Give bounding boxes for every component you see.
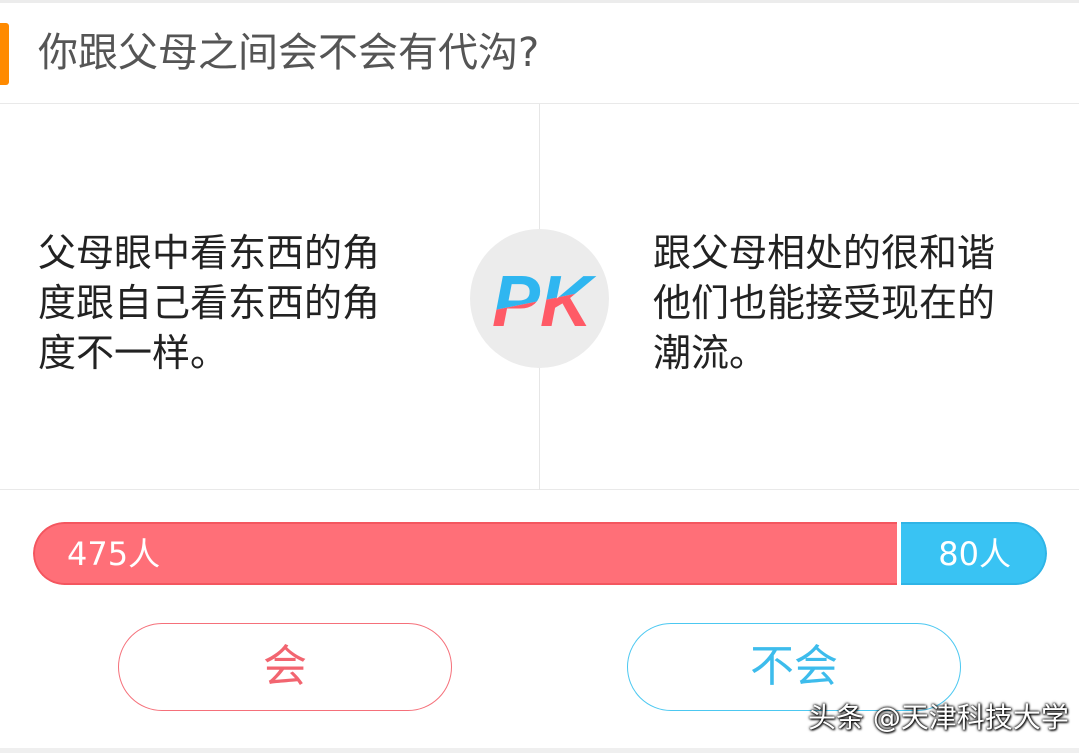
header-accent-bar [0,23,9,85]
bottom-divider [0,748,1079,753]
left-option-text: 父母眼中看东西的角度跟自己看东西的角度不一样。 [38,231,381,375]
watermark-text: 头条 @天津科技大学 [808,701,1069,734]
pk-icon: PK PK [492,262,597,342]
vote-result-bar: 475人 80人 [33,522,1047,585]
vote-result-right-segment: 80人 [901,522,1047,585]
left-count-label: 475人 [67,535,161,573]
right-count-label: 80人 [938,535,1011,573]
pk-poll-page: 你跟父母之间会不会有代沟? 父母眼中看东西的角度跟自己看东西的角度不一样。 PK… [0,0,1079,753]
vote-no-button[interactable]: 不会 [627,623,961,711]
pk-options-area: 父母眼中看东西的角度跟自己看东西的角度不一样。 PK PK 跟父母相处的很和谐他… [0,104,1079,490]
pk-badge: PK PK [470,229,609,368]
vote-yes-button[interactable]: 会 [118,623,452,711]
right-option-text: 跟父母相处的很和谐他们也能接受现在的潮流。 [653,231,996,375]
poll-header: 你跟父母之间会不会有代沟? [0,3,1079,104]
poll-question: 你跟父母之间会不会有代沟? [38,30,540,76]
vote-result-left-segment: 475人 [33,522,897,585]
